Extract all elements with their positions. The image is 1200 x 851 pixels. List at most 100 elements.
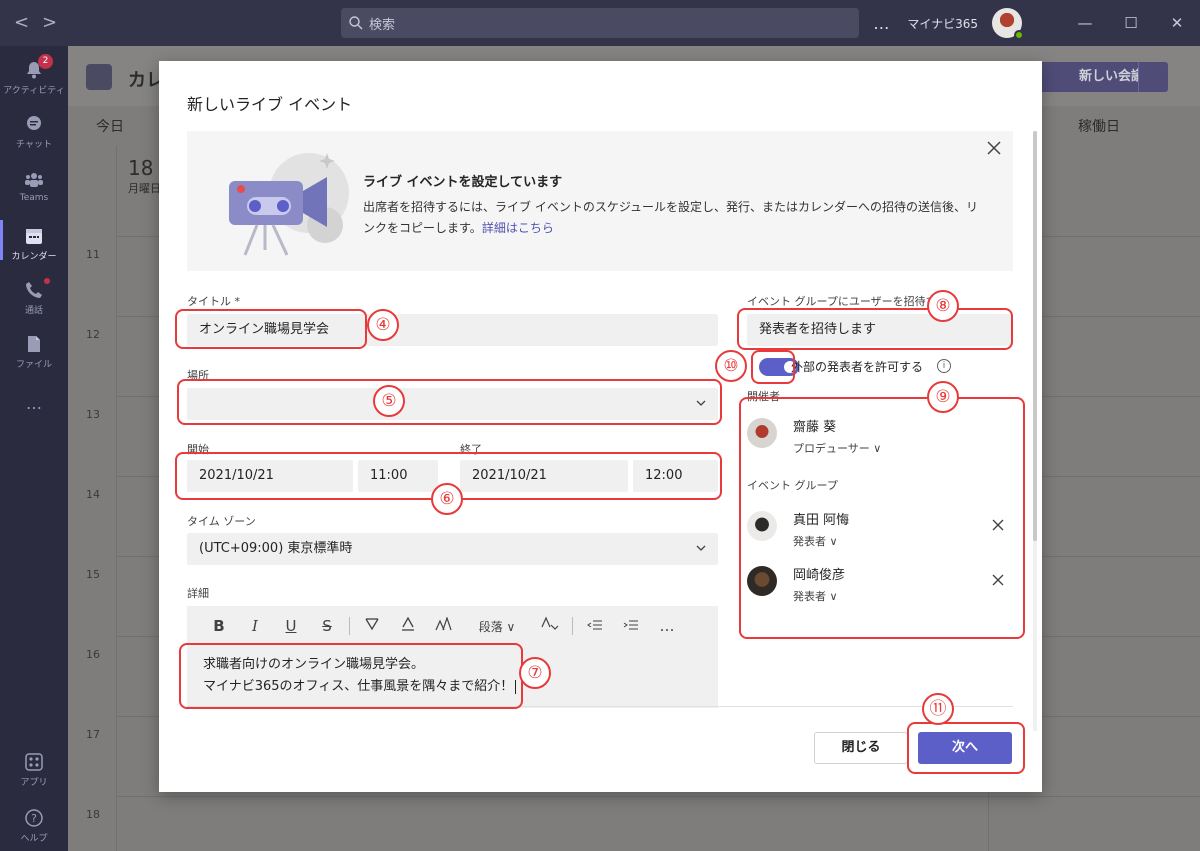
window-close-button[interactable]: ✕ xyxy=(1154,14,1200,32)
calendar-header-icon xyxy=(86,64,112,90)
font-color-button[interactable] xyxy=(390,616,426,635)
scrollbar-thumb[interactable] xyxy=(1033,131,1037,541)
rail-label-activity: アクティビティ xyxy=(3,86,65,96)
more-apps-icon: … xyxy=(26,394,42,413)
rail-item-more[interactable]: … xyxy=(0,394,68,413)
title-bar: < > 検索 … マイナビ365 — ☐ ✕ xyxy=(0,0,1200,46)
invite-label: イベント グループにユーザーを招待する xyxy=(747,295,948,308)
hour-label: 12 xyxy=(86,328,100,341)
indent-icon xyxy=(623,620,638,630)
video-camera-illustration xyxy=(229,153,349,256)
banner-text: 出席者を招待するには、ライブ イベントのスケジュールを設定し、発行、またはカレン… xyxy=(363,197,983,239)
help-icon: ? xyxy=(25,809,43,827)
annotation-number: ⑧ xyxy=(927,290,959,322)
learn-more-link[interactable]: 詳細はこちら xyxy=(482,221,554,235)
outdent-button[interactable] xyxy=(577,617,613,635)
hour-line xyxy=(116,796,1200,797)
rail-label-calls: 通話 xyxy=(24,306,43,316)
view-selector[interactable]: 稼働日 xyxy=(1078,116,1120,136)
new-live-event-dialog: 新しいライブ イベント ライブ イベントを設定しています 出席者を招待するには、… xyxy=(159,61,1042,792)
back-button[interactable]: < xyxy=(14,12,29,33)
timezone-label: タイム ゾーン xyxy=(187,515,256,528)
annotation-number: ⑥ xyxy=(431,483,463,515)
rail-item-calendar[interactable]: カレンダー xyxy=(0,220,68,262)
rail-label-help: ヘルプ xyxy=(20,834,48,844)
minimize-button[interactable]: — xyxy=(1062,14,1108,32)
close-icon[interactable] xyxy=(987,141,1001,155)
rail-item-activity[interactable]: 2 アクティビティ xyxy=(0,54,68,96)
bold-button[interactable]: B xyxy=(201,617,237,635)
clear-format-icon xyxy=(541,616,559,630)
highlight-button[interactable] xyxy=(354,617,390,635)
phone-icon xyxy=(26,282,42,298)
annotation-box-group xyxy=(739,397,1025,639)
paragraph-dropdown[interactable]: 段落 ∨ xyxy=(462,618,532,635)
dialog-title: 新しいライブ イベント xyxy=(187,95,353,114)
more-options-button[interactable]: … xyxy=(873,14,889,33)
toolbar-divider xyxy=(572,617,573,635)
more-formatting-button[interactable]: … xyxy=(649,617,685,635)
column-divider xyxy=(116,146,117,851)
external-presenter-label: 外部の発表者を許可する xyxy=(791,360,924,374)
today-button[interactable]: 今日 xyxy=(96,116,124,136)
annotation-box-location xyxy=(177,379,722,425)
rail-item-teams[interactable]: Teams xyxy=(0,170,68,203)
timezone-select[interactable]: (UTC+09:00) 東京標準時 xyxy=(187,533,718,565)
annotation-box-title xyxy=(175,309,367,349)
hour-label: 11 xyxy=(86,248,100,261)
rail-label-calendar: カレンダー xyxy=(11,252,57,262)
banner-body: 出席者を招待するには、ライブ イベントのスケジュールを設定し、発行、またはカレン… xyxy=(363,200,978,235)
format-toolbar: B I U S 段落 ∨ … xyxy=(187,606,718,646)
annotation-number: ⑨ xyxy=(927,381,959,413)
calls-notification-dot xyxy=(44,278,50,284)
toolbar-divider xyxy=(349,617,350,635)
rail-item-apps[interactable]: アプリ xyxy=(0,752,68,788)
banner-heading: ライブ イベントを設定しています xyxy=(363,175,563,190)
underline-button[interactable]: U xyxy=(273,617,309,635)
font-size-icon xyxy=(435,616,452,631)
rail-item-calls[interactable]: 通話 xyxy=(0,278,68,316)
org-name: マイナビ365 xyxy=(907,16,978,31)
italic-button[interactable]: I xyxy=(237,617,273,635)
file-icon xyxy=(28,336,40,352)
indent-button[interactable] xyxy=(613,617,649,635)
day-number: 18 xyxy=(128,156,154,180)
svg-text:?: ? xyxy=(31,812,37,825)
hour-label: 13 xyxy=(86,408,100,421)
info-icon[interactable]: i xyxy=(937,359,951,373)
user-avatar[interactable] xyxy=(992,8,1024,40)
font-size-button[interactable] xyxy=(426,616,462,635)
rail-label-chat: チャット xyxy=(16,140,52,150)
annotation-box-details xyxy=(179,643,523,709)
calendar-icon xyxy=(26,229,42,244)
highlight-icon xyxy=(365,618,379,631)
chevron-down-icon xyxy=(696,545,706,551)
hour-label: 14 xyxy=(86,488,100,501)
close-button[interactable]: 閉じる xyxy=(814,732,908,764)
activity-badge: 2 xyxy=(38,54,53,69)
strikethrough-button[interactable]: S xyxy=(309,617,345,635)
presence-icon xyxy=(1014,30,1024,40)
maximize-button[interactable]: ☐ xyxy=(1108,14,1154,32)
clear-format-button[interactable] xyxy=(532,616,568,636)
rail-label-files: ファイル xyxy=(15,360,52,370)
new-meeting-dropdown[interactable] xyxy=(1138,62,1168,92)
timezone-value: (UTC+09:00) 東京標準時 xyxy=(199,541,353,556)
hour-label: 16 xyxy=(86,648,100,661)
annotation-number: ⑩ xyxy=(715,350,747,382)
chat-icon xyxy=(27,116,41,130)
rail-item-help[interactable]: ? ヘルプ xyxy=(0,808,68,844)
annotation-number: ⑦ xyxy=(519,657,551,689)
search-input[interactable]: 検索 xyxy=(341,8,859,38)
annotation-box-next xyxy=(907,722,1025,774)
teams-icon xyxy=(25,173,43,187)
rail-item-chat[interactable]: チャット xyxy=(0,114,68,150)
search-icon xyxy=(349,16,363,30)
details-label: 詳細 xyxy=(187,587,209,600)
annotation-number: ⑤ xyxy=(373,385,405,417)
rail-item-files[interactable]: ファイル xyxy=(0,334,68,370)
day-header: 18 月曜日 xyxy=(128,156,161,196)
forward-button[interactable]: > xyxy=(42,12,57,33)
rail-label-teams: Teams xyxy=(19,193,49,203)
rail-label-apps: アプリ xyxy=(20,778,48,788)
